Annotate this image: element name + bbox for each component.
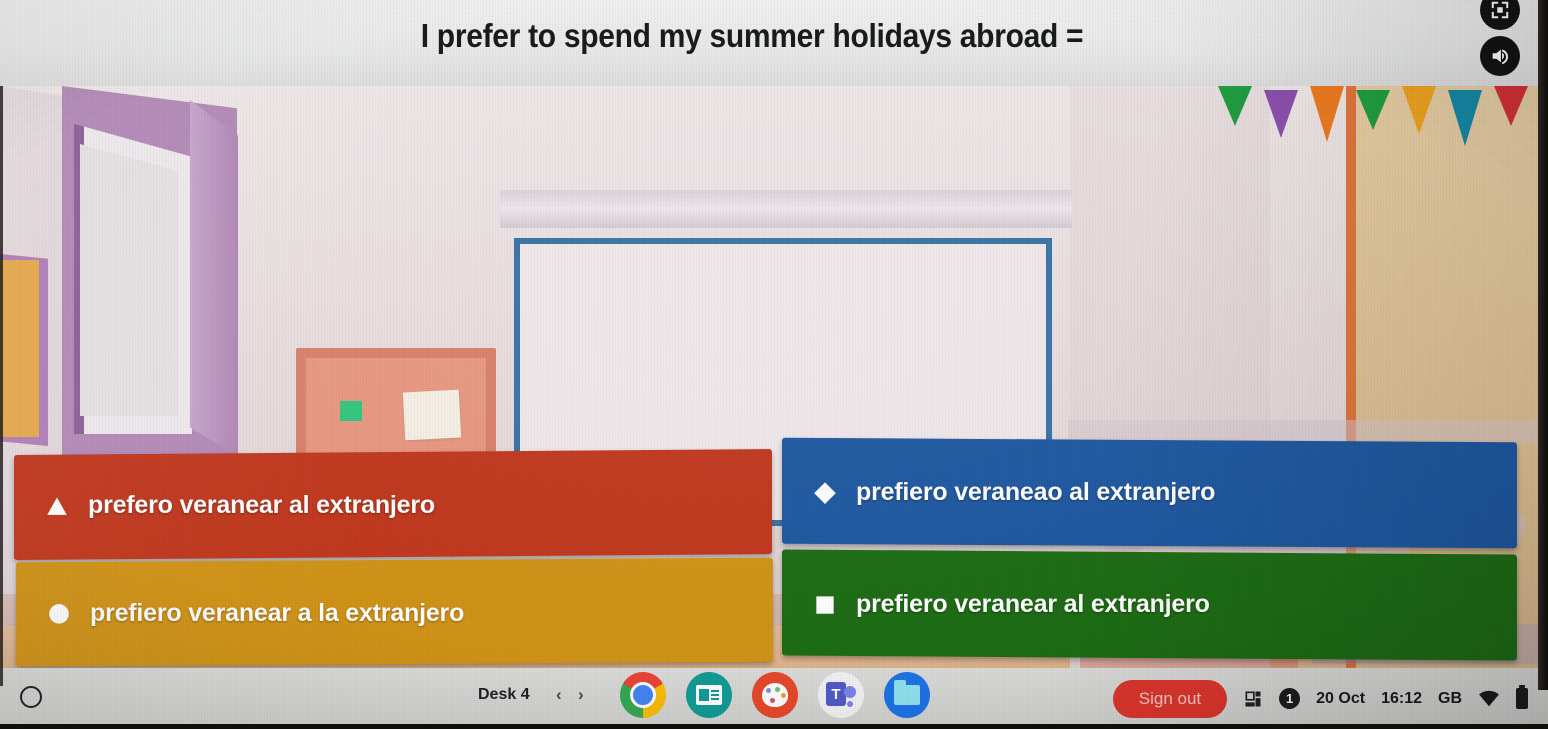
bunting-flag bbox=[1356, 90, 1390, 130]
sound-on-icon[interactable] bbox=[1480, 36, 1520, 76]
circle-icon bbox=[46, 600, 72, 626]
answer-label-blue: prefiero veraneao al extranjero bbox=[856, 477, 1216, 506]
answer-tile-green[interactable]: prefiero veranear al extranjero bbox=[782, 549, 1517, 661]
shelf-app-icons bbox=[620, 672, 930, 718]
diamond-icon bbox=[812, 479, 838, 505]
desk-label: Desk 4 bbox=[478, 686, 530, 703]
projector-screen-housing bbox=[500, 190, 1072, 228]
desk-next-button[interactable]: › bbox=[578, 685, 584, 705]
shelf-date: 20 Oct bbox=[1316, 689, 1366, 707]
answer-label-green: prefiero veranear al extranjero bbox=[856, 589, 1210, 618]
bunting-flag bbox=[1310, 86, 1344, 142]
pinned-note bbox=[402, 389, 462, 441]
door-edge bbox=[190, 100, 238, 456]
answer-tiles-grid: prefero veranear al extranjero prefiero … bbox=[0, 437, 1548, 668]
question-text: I prefer to spend my summer holidays abr… bbox=[420, 18, 1084, 55]
answer-tile-red[interactable]: prefero veranear al extranjero bbox=[14, 449, 772, 560]
triangle-icon bbox=[44, 493, 70, 519]
bunting-flag bbox=[1448, 90, 1482, 146]
news-icon[interactable] bbox=[686, 672, 732, 718]
chromebook-screen: I prefer to spend my summer holidays abr… bbox=[0, 0, 1548, 729]
board-question-placeholder bbox=[1068, 420, 1538, 442]
pinned-note-green bbox=[340, 401, 362, 421]
wall-picture-frame bbox=[0, 251, 48, 446]
chrome-icon[interactable] bbox=[620, 672, 666, 718]
wifi-icon[interactable] bbox=[1478, 690, 1500, 708]
desk-previous-button[interactable]: ‹ bbox=[556, 685, 562, 705]
files-icon[interactable] bbox=[884, 672, 930, 718]
bunting-flag bbox=[1218, 86, 1252, 126]
square-icon bbox=[812, 591, 838, 617]
answer-label-yellow: prefiero veranear a la extranjero bbox=[90, 598, 465, 627]
sign-out-button[interactable]: Sign out bbox=[1112, 679, 1228, 718]
keyboard-layout-indicator[interactable]: GB bbox=[1438, 690, 1462, 708]
launcher-circle-icon[interactable] bbox=[20, 686, 42, 708]
bunting-flag bbox=[1494, 86, 1528, 126]
bunting-flag bbox=[1264, 90, 1298, 138]
palette-icon[interactable] bbox=[752, 672, 798, 718]
notification-badge[interactable]: 1 bbox=[1279, 688, 1301, 709]
shelf-status-area: Sign out 1 20 Oct 16:12 GB bbox=[1112, 668, 1528, 729]
window-grid-icon[interactable] bbox=[1243, 689, 1263, 709]
answer-label-red: prefero veranear al extranjero bbox=[88, 491, 435, 520]
battery-icon[interactable] bbox=[1516, 685, 1528, 709]
teams-icon[interactable] bbox=[818, 672, 864, 718]
answer-tile-blue[interactable]: prefiero veraneao al extranjero bbox=[782, 437, 1517, 549]
chromeos-shelf: Desk 4 ‹ › Sign out 1 20 Oct 16:12 GB bbox=[0, 668, 1548, 729]
bunting-flags bbox=[1212, 86, 1548, 156]
bunting-flag bbox=[1402, 86, 1436, 134]
answer-tile-yellow[interactable]: prefiero veranear a la extranjero bbox=[16, 557, 773, 667]
shelf-time[interactable]: 16:12 bbox=[1381, 690, 1422, 708]
question-header-bar: I prefer to spend my summer holidays abr… bbox=[0, 0, 1548, 86]
doorway-opening bbox=[80, 144, 178, 416]
